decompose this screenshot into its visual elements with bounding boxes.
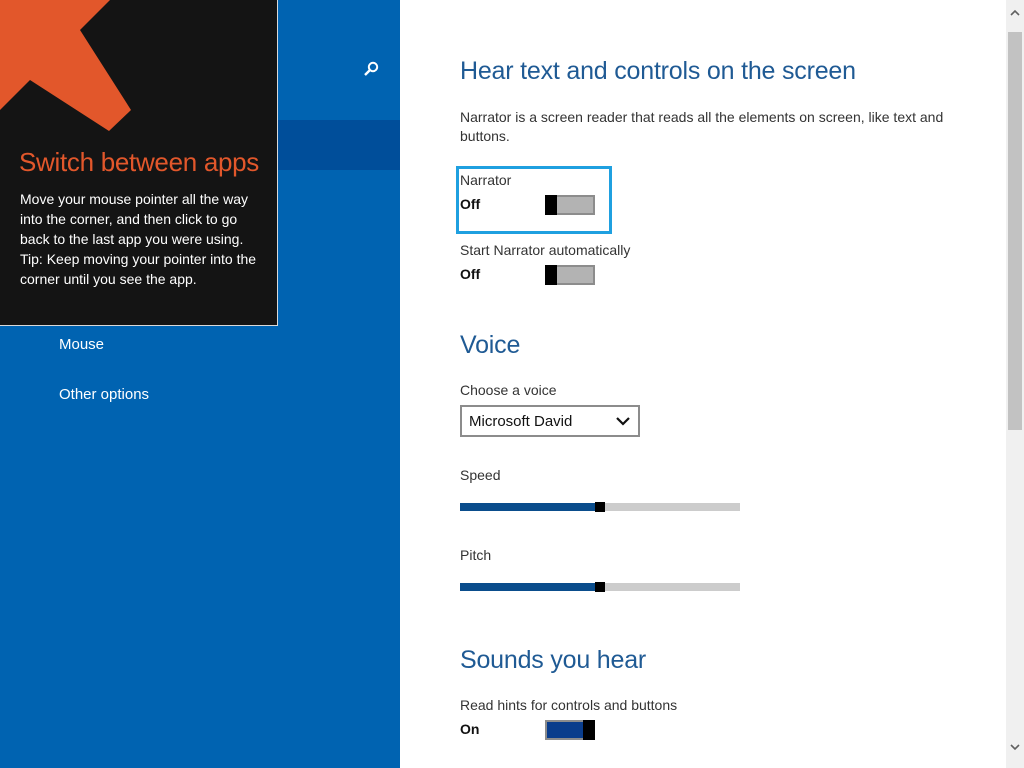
- slider-handle[interactable]: [595, 582, 605, 592]
- tip-body: Move your mouse pointer all the way into…: [20, 189, 265, 289]
- vertical-scrollbar[interactable]: [1006, 0, 1024, 768]
- read-hints-state: On: [460, 721, 480, 737]
- read-hints-toggle[interactable]: [545, 720, 595, 740]
- voice-select[interactable]: Microsoft David: [460, 405, 640, 437]
- tip-instruction: Move your mouse pointer all the way into…: [20, 191, 248, 247]
- section-title-sounds: Sounds you hear: [460, 646, 647, 674]
- start-narrator-toggle[interactable]: [545, 265, 595, 285]
- chevron-down-icon: [616, 417, 630, 426]
- read-hints-label: Read hints for controls and buttons: [460, 697, 678, 713]
- toggle-thumb[interactable]: [545, 195, 557, 215]
- pitch-label: Pitch: [460, 547, 492, 563]
- speed-slider[interactable]: [460, 502, 740, 512]
- pitch-slider[interactable]: [460, 582, 740, 592]
- narrator-label: Narrator: [460, 172, 512, 188]
- search-icon[interactable]: [360, 58, 382, 80]
- narrator-toggle[interactable]: [545, 195, 595, 215]
- switch-apps-tip: Switch between apps Move your mouse poin…: [0, 0, 278, 326]
- narrator-description: Narrator is a screen reader that reads a…: [460, 109, 944, 144]
- voice-select-value: Microsoft David: [469, 413, 573, 430]
- scroll-up-arrow-icon[interactable]: [1006, 4, 1024, 22]
- scrollbar-thumb[interactable]: [1008, 32, 1022, 430]
- toggle-thumb[interactable]: [545, 265, 557, 285]
- tip-hint: Tip: Keep moving your pointer into the c…: [20, 251, 257, 287]
- slider-fill: [460, 583, 600, 591]
- start-narrator-label: Start Narrator automatically: [460, 242, 631, 258]
- choose-voice-label: Choose a voice: [460, 382, 557, 398]
- narrator-state: Off: [460, 196, 481, 212]
- sidebar-item-other-options[interactable]: Other options: [59, 386, 149, 403]
- corner-arrow-icon: [0, 0, 131, 131]
- tip-title: Switch between apps: [19, 147, 260, 177]
- section-title-hear: Hear text and controls on the screen: [460, 57, 856, 85]
- section-title-voice: Voice: [460, 331, 521, 359]
- ease-of-access-narrator-panel: Hear text and controls on the screen Nar…: [400, 0, 1006, 768]
- start-narrator-state: Off: [460, 266, 481, 282]
- sidebar-item-mouse[interactable]: Mouse: [59, 336, 104, 353]
- slider-fill: [460, 503, 600, 511]
- slider-handle[interactable]: [595, 502, 605, 512]
- speed-label: Speed: [460, 467, 501, 483]
- scroll-down-arrow-icon[interactable]: [1006, 738, 1024, 756]
- toggle-thumb[interactable]: [583, 720, 595, 740]
